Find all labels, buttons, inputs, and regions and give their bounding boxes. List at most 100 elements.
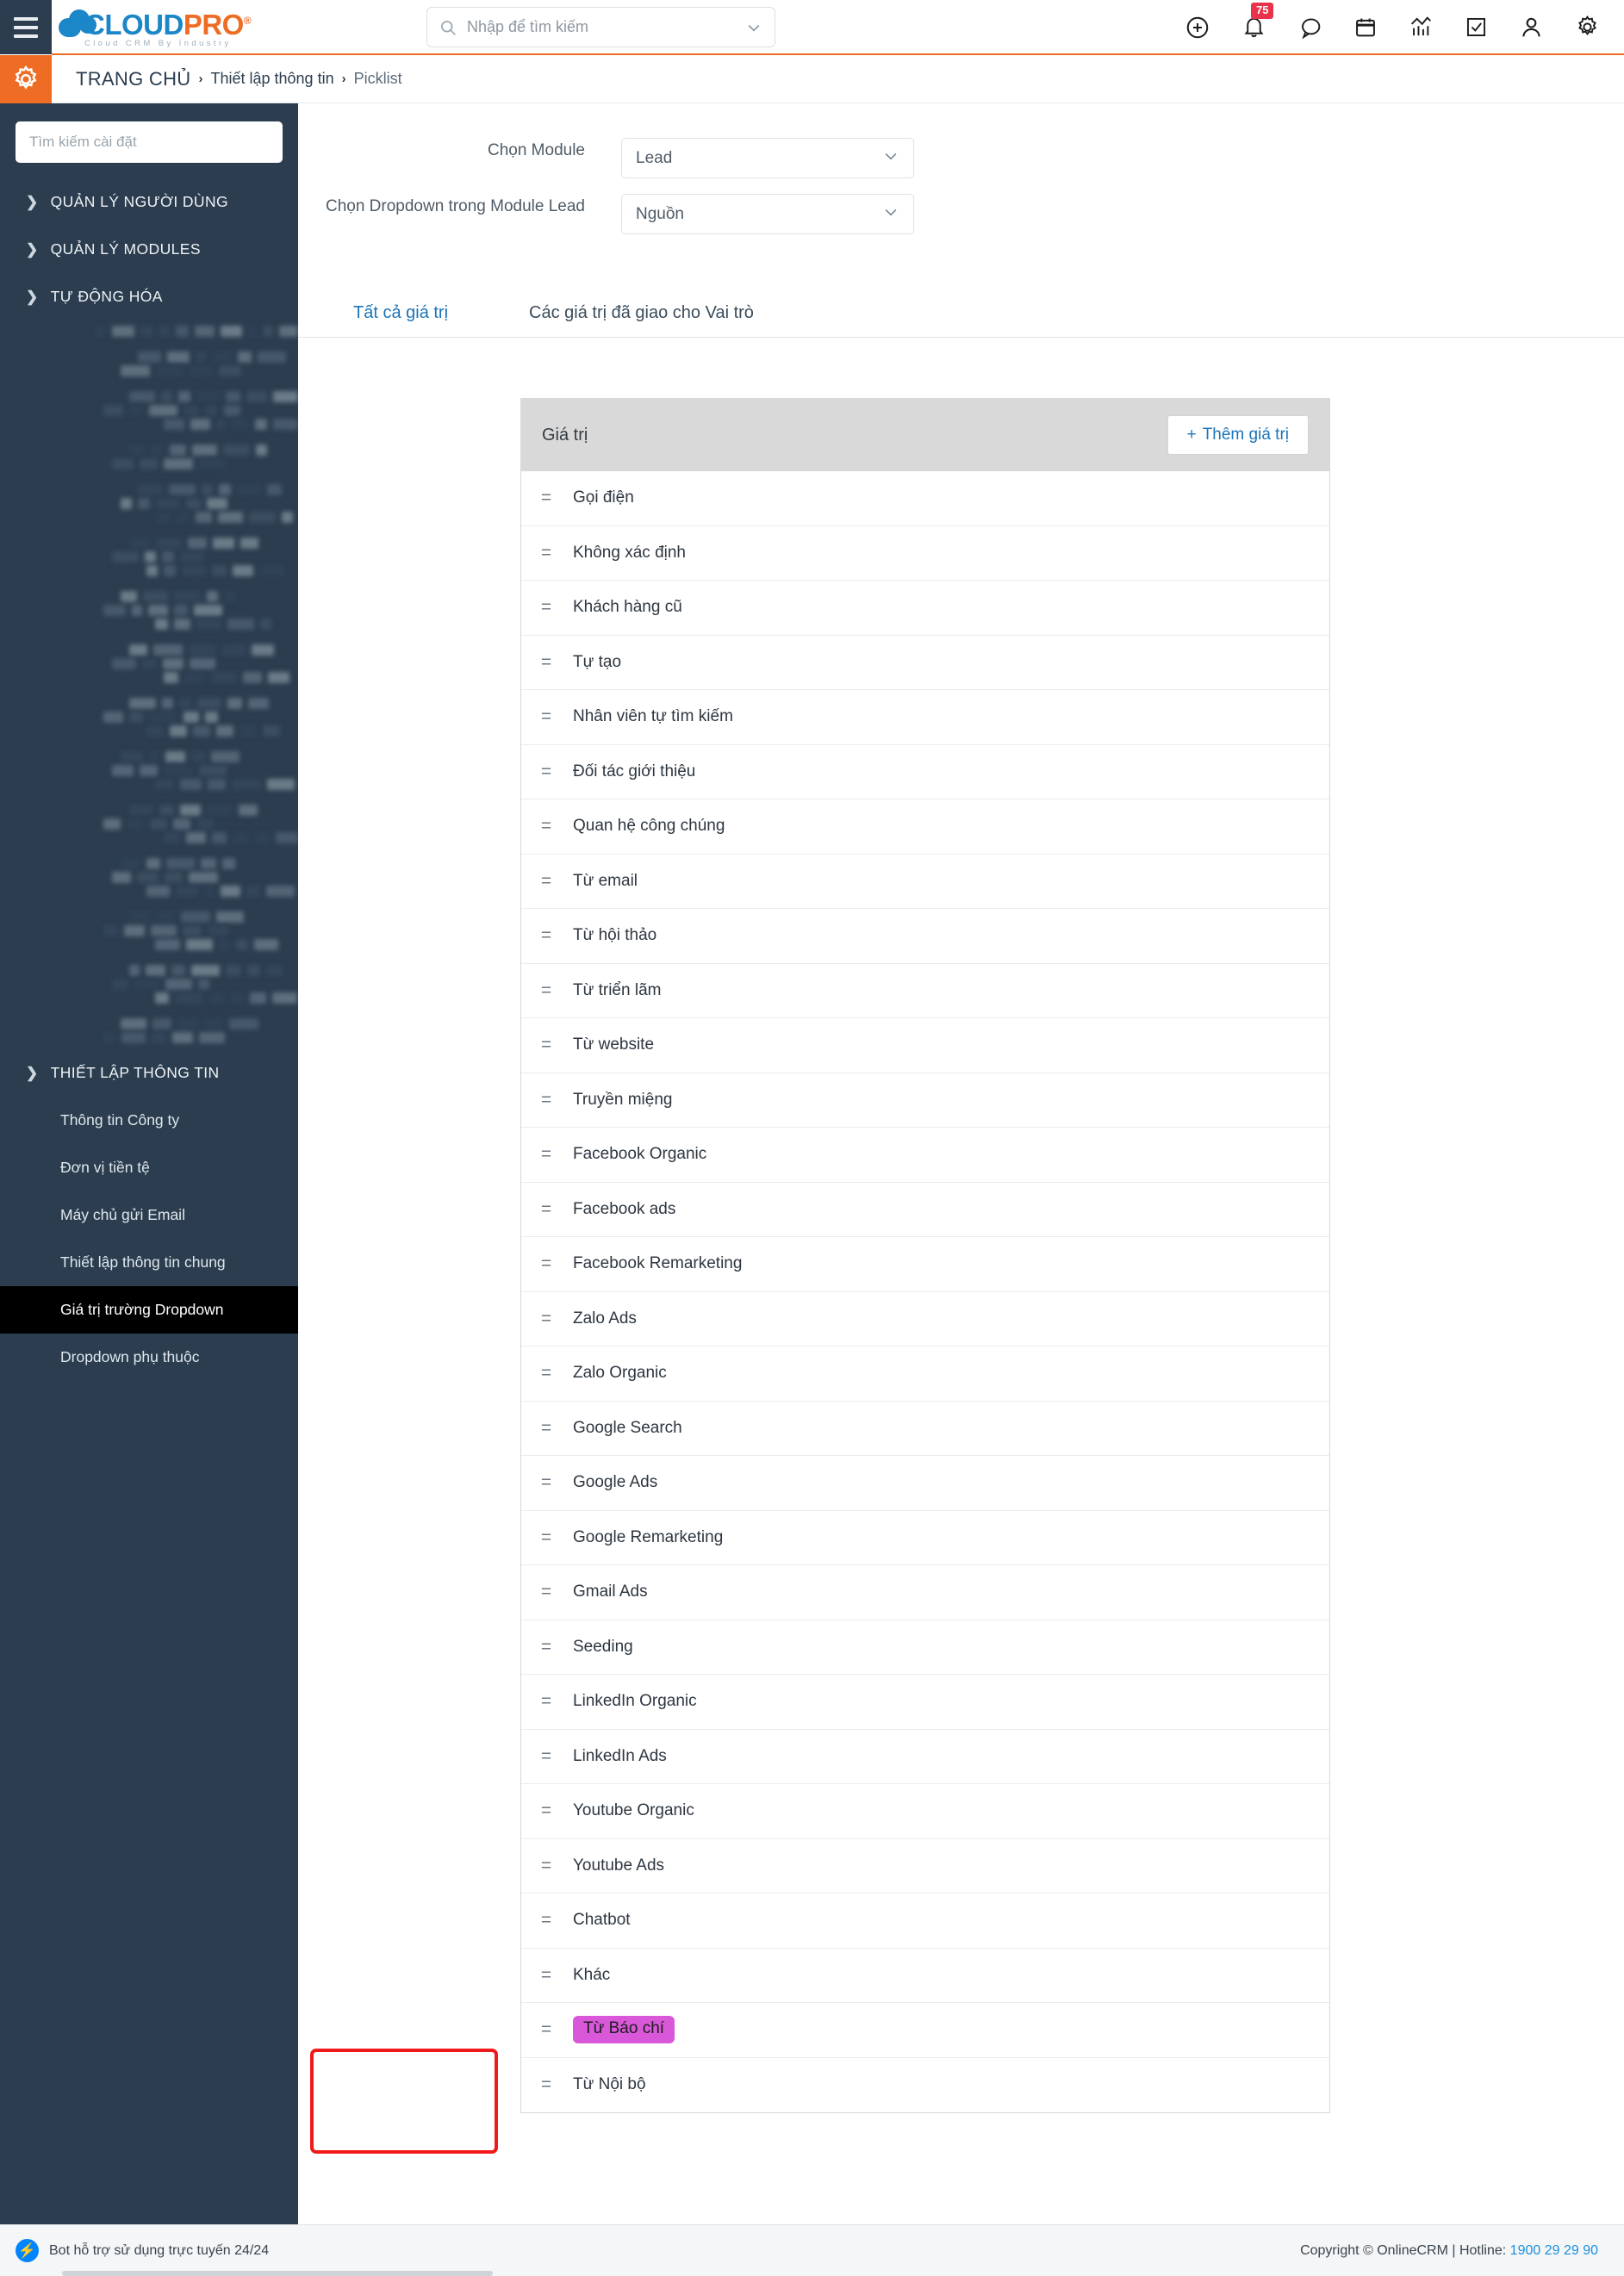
- drag-handle-icon[interactable]: =: [532, 925, 561, 946]
- task-checkbox-icon[interactable]: [1465, 16, 1488, 39]
- value-row[interactable]: = Facebook Organic: [521, 1128, 1329, 1183]
- chat-icon[interactable]: [1297, 15, 1322, 40]
- dropdown-select[interactable]: Nguồn: [621, 194, 914, 234]
- value-row[interactable]: = Khác: [521, 1949, 1329, 2003]
- value-row[interactable]: = Truyền miệng: [521, 1073, 1329, 1128]
- value-row[interactable]: = Khách hàng cũ: [521, 581, 1329, 636]
- value-row[interactable]: = LinkedIn Organic: [521, 1675, 1329, 1730]
- drag-handle-icon[interactable]: =: [532, 1363, 561, 1384]
- drag-handle-icon[interactable]: =: [532, 1199, 561, 1220]
- user-icon[interactable]: [1519, 15, 1544, 40]
- module-select[interactable]: Lead: [621, 138, 914, 178]
- value-label: Zalo Organic: [573, 1364, 667, 1383]
- hotline-number[interactable]: 1900 29 29 90: [1510, 2243, 1598, 2258]
- sidebar-group-modules[interactable]: ❯ QUẢN LÝ MODULES: [0, 226, 298, 273]
- value-row[interactable]: = Từ triển lãm: [521, 964, 1329, 1018]
- value-row[interactable]: = Từ Nội bộ: [521, 2058, 1329, 2113]
- value-row[interactable]: = Google Remarketing: [521, 1511, 1329, 1565]
- analytics-icon[interactable]: [1409, 15, 1434, 40]
- sidebar-item-company-info[interactable]: Thông tin Công ty: [0, 1097, 298, 1144]
- drag-handle-icon[interactable]: =: [532, 2074, 561, 2095]
- value-row[interactable]: = LinkedIn Ads: [521, 1730, 1329, 1784]
- value-row[interactable]: = Zalo Ads: [521, 1292, 1329, 1346]
- settings-section-gear-icon[interactable]: [0, 54, 52, 103]
- drag-handle-icon[interactable]: =: [532, 871, 561, 892]
- drag-handle-icon[interactable]: =: [532, 1418, 561, 1439]
- drag-handle-icon[interactable]: =: [532, 1910, 561, 1931]
- support-bot-link[interactable]: ⚡ Bot hỗ trợ sử dụng trực tuyến 24/24: [16, 2239, 269, 2262]
- sidebar-item-mail-server[interactable]: Máy chủ gửi Email: [0, 1191, 298, 1239]
- value-row[interactable]: = Từ website: [521, 1018, 1329, 1073]
- drag-handle-icon[interactable]: =: [532, 1090, 561, 1110]
- value-row[interactable]: = Tự tạo: [521, 636, 1329, 690]
- value-row[interactable]: = Youtube Organic: [521, 1784, 1329, 1839]
- value-row[interactable]: = Gmail Ads: [521, 1565, 1329, 1620]
- drag-handle-icon[interactable]: =: [532, 1965, 561, 1986]
- settings-gear-icon[interactable]: [1575, 15, 1600, 40]
- tab-all-values[interactable]: Tất cả giá trị: [348, 295, 453, 337]
- value-label: Từ triển lãm: [573, 980, 662, 999]
- hamburger-menu-icon[interactable]: [0, 0, 52, 54]
- value-row[interactable]: = Zalo Organic: [521, 1346, 1329, 1402]
- drag-handle-icon[interactable]: =: [532, 1637, 561, 1657]
- value-row[interactable]: = Nhân viên tự tìm kiếm: [521, 690, 1329, 745]
- drag-handle-icon[interactable]: =: [532, 1691, 561, 1712]
- value-row[interactable]: = Facebook ads: [521, 1183, 1329, 1237]
- bell-icon[interactable]: 75: [1241, 3, 1274, 40]
- drag-handle-icon[interactable]: =: [532, 597, 561, 618]
- value-row[interactable]: = Quan hệ công chúng: [521, 799, 1329, 855]
- drag-handle-icon[interactable]: =: [532, 1253, 561, 1274]
- drag-handle-icon[interactable]: =: [532, 706, 561, 727]
- breadcrumb-settings[interactable]: Thiết lập thông tin: [210, 70, 333, 88]
- value-row[interactable]: = Đối tác giới thiệu: [521, 745, 1329, 799]
- drag-handle-icon[interactable]: =: [532, 1035, 561, 1055]
- sidebar-group-settings[interactable]: ❯ THIẾT LẬP THÔNG TIN: [0, 1049, 298, 1097]
- value-row[interactable]: = Chatbot: [521, 1894, 1329, 1949]
- sidebar-item-currency[interactable]: Đơn vị tiền tệ: [0, 1144, 298, 1191]
- add-value-button[interactable]: + Thêm giá trị: [1167, 415, 1309, 455]
- drag-handle-icon[interactable]: =: [532, 762, 561, 782]
- picklist-form: Chọn Module Lead Chọn Dropdown trong Mod…: [298, 103, 1624, 234]
- global-search-input[interactable]: Nhập để tìm kiếm: [426, 7, 775, 47]
- sidebar-item-dropdown-values[interactable]: Giá trị trường Dropdown: [0, 1286, 298, 1334]
- drag-handle-icon[interactable]: =: [532, 652, 561, 673]
- drag-handle-icon[interactable]: =: [532, 1527, 561, 1548]
- value-row[interactable]: = Youtube Ads: [521, 1839, 1329, 1894]
- horizontal-scrollbar[interactable]: [62, 2271, 493, 2276]
- drag-handle-icon[interactable]: =: [532, 543, 561, 563]
- value-label: Từ email: [573, 871, 638, 890]
- add-icon[interactable]: [1185, 15, 1210, 40]
- drag-handle-icon[interactable]: =: [532, 816, 561, 836]
- drag-handle-icon[interactable]: =: [532, 1144, 561, 1165]
- value-row[interactable]: = Google Search: [521, 1402, 1329, 1456]
- sidebar-group-label: TỰ ĐỘNG HÓA: [50, 288, 163, 305]
- sidebar-item-general-settings[interactable]: Thiết lập thông tin chung: [0, 1239, 298, 1286]
- drag-handle-icon[interactable]: =: [532, 1746, 561, 1767]
- drag-handle-icon[interactable]: =: [532, 488, 561, 508]
- value-row[interactable]: = Từ Báo chí: [521, 2003, 1329, 2058]
- sidebar-search-input[interactable]: Tìm kiếm cài đặt: [16, 121, 283, 163]
- value-row[interactable]: = Từ email: [521, 855, 1329, 909]
- drag-handle-icon[interactable]: =: [532, 980, 561, 1001]
- chevron-down-icon[interactable]: [745, 19, 762, 36]
- drag-handle-icon[interactable]: =: [532, 1472, 561, 1493]
- value-row[interactable]: = Từ hội thảo: [521, 909, 1329, 964]
- app-logo[interactable]: CLOUDPRO® Cloud CRM By Industry: [59, 0, 252, 54]
- value-row[interactable]: = Seeding: [521, 1620, 1329, 1675]
- highlight-annotation-box: [310, 2049, 498, 2154]
- drag-handle-icon[interactable]: =: [532, 1309, 561, 1329]
- drag-handle-icon[interactable]: =: [532, 2019, 561, 2040]
- drag-handle-icon[interactable]: =: [532, 1582, 561, 1602]
- breadcrumb-home[interactable]: TRANG CHỦ: [76, 68, 190, 90]
- value-row[interactable]: = Facebook Remarketing: [521, 1237, 1329, 1292]
- value-row[interactable]: = Google Ads: [521, 1456, 1329, 1511]
- drag-handle-icon[interactable]: =: [532, 1856, 561, 1876]
- calendar-icon[interactable]: [1353, 16, 1378, 40]
- tab-role-assigned-values[interactable]: Các giá trị đã giao cho Vai trò: [524, 295, 759, 337]
- sidebar-group-automation[interactable]: ❯ TỰ ĐỘNG HÓA: [0, 273, 298, 320]
- sidebar-group-user-management[interactable]: ❯ QUẢN LÝ NGƯỜI DÙNG: [0, 178, 298, 226]
- value-row[interactable]: = Gọi điện: [521, 471, 1329, 526]
- sidebar-item-dependent-dropdown[interactable]: Dropdown phụ thuộc: [0, 1334, 298, 1381]
- value-row[interactable]: = Không xác định: [521, 526, 1329, 581]
- drag-handle-icon[interactable]: =: [532, 1800, 561, 1821]
